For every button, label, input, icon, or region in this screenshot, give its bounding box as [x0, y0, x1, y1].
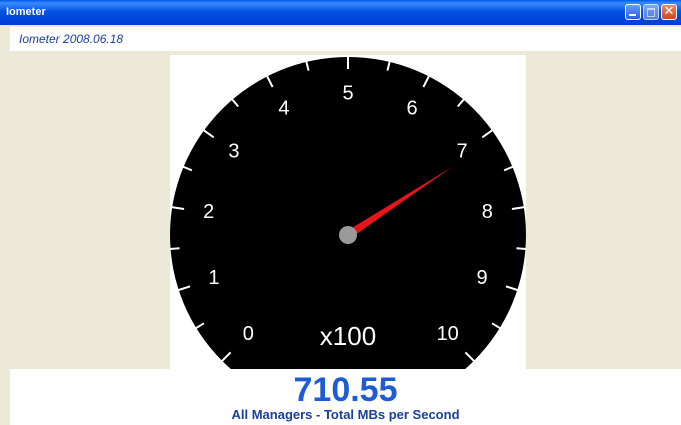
- gauge-scale-label: 1: [208, 267, 219, 289]
- gauge-minor-tick: [516, 247, 526, 251]
- gauge-scale-label: 9: [477, 267, 488, 289]
- throughput-value: 710.55: [293, 371, 398, 409]
- close-icon: ✕: [663, 4, 675, 19]
- title-bar[interactable]: Iometer ✕: [0, 0, 681, 25]
- gauge-multiplier-label: x100: [320, 321, 376, 351]
- gauge-panel: 0 1 2 3 4 5 6 7 8 9 10 x100: [170, 55, 526, 369]
- gauge-scale-label: 3: [228, 140, 239, 162]
- close-button[interactable]: ✕: [661, 4, 677, 20]
- gauge-scale-label: 0: [243, 323, 254, 345]
- gauge-hub: [339, 226, 357, 244]
- gauge-minor-tick: [170, 247, 180, 251]
- gauge-scale-label: 6: [406, 98, 417, 120]
- client-area: Iometer 2008.06.18 0 1 2 3 4 5 6 7 8 9 10 x100 710…: [10, 25, 681, 425]
- readout-panel: 710.55 All Managers - Total MBs per Seco…: [10, 369, 681, 425]
- throughput-caption: All Managers - Total MBs per Second: [231, 407, 460, 422]
- window-title: Iometer: [6, 6, 46, 18]
- gauge-scale-label: 7: [457, 140, 468, 162]
- minimize-icon[interactable]: [625, 4, 641, 20]
- header-bar: Iometer 2008.06.18: [10, 27, 681, 51]
- gauge-scale-label: 2: [203, 201, 214, 223]
- maximize-icon[interactable]: [643, 4, 659, 20]
- speedometer-gauge: 0 1 2 3 4 5 6 7 8 9 10 x100: [170, 55, 526, 369]
- gauge-scale-label: 8: [482, 201, 493, 223]
- gauge-scale-label: 5: [342, 82, 353, 104]
- gauge-scale-label: 4: [278, 98, 289, 120]
- gauge-scale-label: 10: [437, 323, 459, 345]
- version-label: Iometer 2008.06.18: [19, 32, 124, 46]
